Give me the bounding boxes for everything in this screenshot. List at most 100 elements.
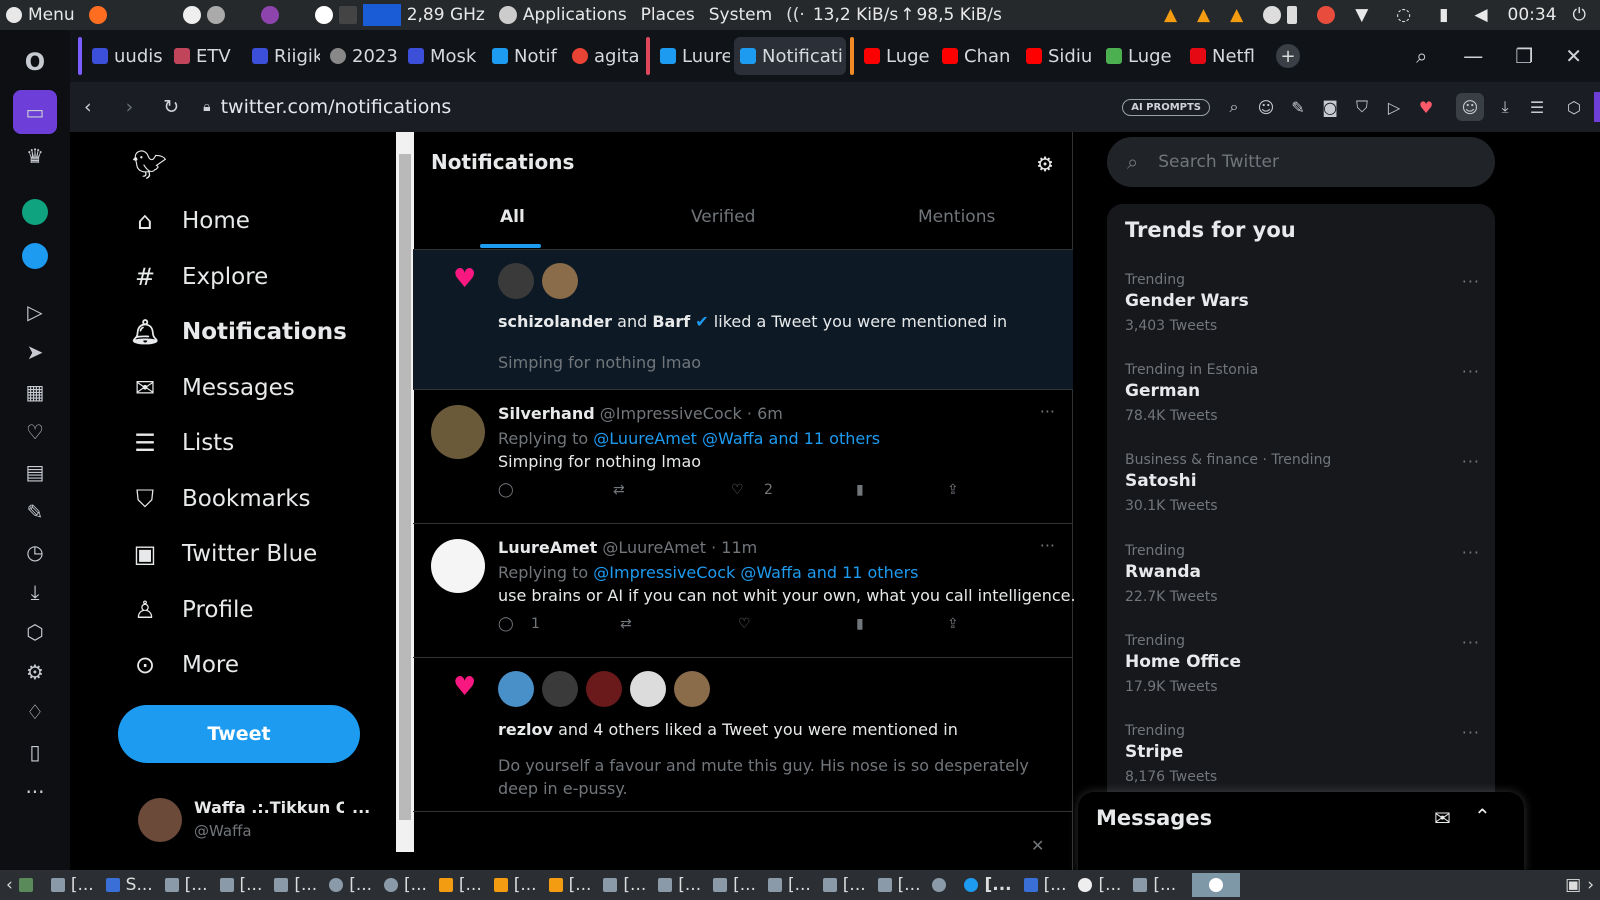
- close-icon[interactable]: ✕: [1565, 44, 1582, 68]
- tab-active[interactable]: Notificati: [734, 37, 846, 75]
- tab[interactable]: Riigik: [246, 37, 320, 75]
- tray-icon[interactable]: [1263, 6, 1282, 24]
- tray-icon[interactable]: [1317, 6, 1336, 24]
- avatar[interactable]: [498, 671, 534, 707]
- tab[interactable]: uudis: [86, 37, 164, 75]
- notification-item[interactable]: ♥ rezlov and 4 others liked a Tweet you …: [413, 658, 1073, 812]
- avatar[interactable]: [431, 539, 485, 593]
- user-name[interactable]: Silverhand: [498, 404, 595, 423]
- retweet-icon[interactable]: ⇄: [613, 482, 625, 498]
- trash-icon[interactable]: ▣: [1565, 875, 1581, 895]
- tab-mentions[interactable]: Mentions: [918, 207, 995, 227]
- user-name[interactable]: Barf: [652, 312, 690, 331]
- user-name[interactable]: schizolander: [498, 312, 612, 331]
- taskbar-scroll-left-icon[interactable]: ‹: [6, 875, 13, 895]
- camera-icon[interactable]: ◙: [1319, 96, 1341, 118]
- more-icon[interactable]: ···: [13, 770, 57, 814]
- clock[interactable]: 00:34: [1508, 5, 1557, 25]
- avatar[interactable]: [630, 671, 666, 707]
- user-handle[interactable]: @ImpressiveCock: [600, 404, 742, 423]
- more-icon[interactable]: ···: [1462, 272, 1480, 291]
- tab[interactable]: Mosk: [402, 37, 482, 75]
- taskbar-item[interactable]: [...: [713, 875, 756, 895]
- account-switcher[interactable]: Waffa .:.Tikkun O... @Waffa ···: [132, 790, 382, 854]
- more-icon[interactable]: ···: [1462, 543, 1480, 562]
- messages-drawer[interactable]: Messages ✉ ⌃: [1078, 792, 1524, 870]
- timestamp[interactable]: 6m: [757, 404, 783, 423]
- tweet-item[interactable]: Silverhand @ImpressiveCock · 6m ··· Repl…: [413, 390, 1073, 524]
- easy-setup-icon[interactable]: ☰: [1526, 96, 1548, 118]
- send-icon[interactable]: ➤: [13, 330, 57, 374]
- views-icon[interactable]: ▮: [856, 616, 864, 632]
- trend-item[interactable]: Trending Home Office 17.9K Tweets ···: [1125, 633, 1480, 695]
- chatgpt-icon[interactable]: [13, 190, 57, 234]
- back-icon[interactable]: ‹: [84, 96, 92, 118]
- ai-prompts-button[interactable]: AI PROMPTS: [1122, 98, 1210, 116]
- workspaces-icon[interactable]: ▭: [13, 90, 57, 134]
- opera-logo-icon[interactable]: O: [13, 40, 57, 84]
- network-icon[interactable]: ▼: [1355, 5, 1368, 25]
- avatar[interactable]: [542, 263, 578, 299]
- share-icon[interactable]: ⇪: [947, 482, 959, 498]
- settings-gear-icon[interactable]: ⚙: [1036, 152, 1054, 176]
- share-icon[interactable]: ⇪: [947, 616, 959, 632]
- taskbar-item[interactable]: [...: [964, 875, 1012, 895]
- taskbar-item[interactable]: [...: [493, 875, 537, 895]
- search-input[interactable]: Search Twitter: [1158, 152, 1279, 172]
- tab-all[interactable]: All: [500, 207, 525, 227]
- bluetooth-icon[interactable]: [1287, 6, 1298, 24]
- taskbar-item[interactable]: [...: [1023, 875, 1066, 895]
- trend-item[interactable]: Trending Stripe 8,176 Tweets ···: [1125, 723, 1480, 785]
- twitter-logo-icon[interactable]: 🐦︎: [132, 148, 168, 181]
- tab[interactable]: Notif: [486, 37, 562, 75]
- player-icon[interactable]: ▷: [13, 290, 57, 334]
- taskbar-scroll-right-icon[interactable]: ›: [1587, 875, 1594, 895]
- battery-saver-icon[interactable]: ▯: [13, 730, 57, 774]
- user-handle[interactable]: @LuureAmet: [602, 538, 706, 557]
- new-tab-button[interactable]: +: [1276, 44, 1300, 68]
- volume-icon[interactable]: ◀: [1474, 5, 1487, 25]
- retweet-icon[interactable]: ⇄: [620, 616, 632, 632]
- taskbar-item[interactable]: S...: [105, 875, 153, 895]
- firefox-icon[interactable]: [88, 6, 107, 24]
- settings-icon[interactable]: [206, 6, 225, 24]
- taskbar-item[interactable]: [...: [274, 875, 317, 895]
- app-icon[interactable]: [182, 6, 201, 24]
- taskbar-item[interactable]: [...: [1133, 875, 1176, 895]
- tab[interactable]: 2023: [324, 37, 398, 75]
- vlc-icon[interactable]: ▲: [1164, 5, 1177, 25]
- tweet-item[interactable]: LuureAmet @LuureAmet · 11m ··· Replying …: [413, 524, 1076, 658]
- taskbar-item[interactable]: [18, 878, 39, 892]
- taskbar-item[interactable]: [...: [603, 875, 646, 895]
- search-box[interactable]: ⌕ Search Twitter: [1107, 137, 1495, 187]
- nav-bookmarks[interactable]: ⛉ Bookmarks: [130, 484, 311, 514]
- views-icon[interactable]: ▮: [856, 482, 864, 498]
- more-icon[interactable]: ···: [1462, 723, 1480, 742]
- tab[interactable]: Luge: [1100, 37, 1180, 75]
- taskbar-item[interactable]: [932, 878, 952, 892]
- sidebar-toggle[interactable]: [1594, 92, 1600, 122]
- vlc-icon[interactable]: ▲: [1197, 5, 1210, 25]
- avatar[interactable]: [498, 263, 534, 299]
- twitter-icon[interactable]: [13, 234, 57, 278]
- notification-item[interactable]: ♥ schizolander and Barf ✔ liked a Tweet …: [413, 250, 1073, 390]
- edit-icon[interactable]: ✎: [13, 490, 57, 534]
- taskbar-item[interactable]: [...: [329, 875, 372, 895]
- search-icon[interactable]: ⌕: [1223, 96, 1245, 118]
- more-icon[interactable]: ···: [1462, 362, 1480, 381]
- notification-icon[interactable]: ◌: [1396, 5, 1411, 25]
- taskbar-item[interactable]: [...: [767, 875, 811, 895]
- lightbulb-icon[interactable]: ♢: [13, 690, 57, 734]
- more-icon[interactable]: ···: [1040, 536, 1055, 555]
- restore-icon[interactable]: ❐: [1515, 44, 1533, 68]
- close-icon[interactable]: ✕: [1031, 836, 1044, 855]
- taskbar-item-active[interactable]: [1192, 873, 1241, 897]
- more-icon[interactable]: ···: [1462, 452, 1480, 471]
- vlc-icon[interactable]: ▲: [1230, 5, 1243, 25]
- profile-icon[interactable]: ☺: [1456, 93, 1484, 121]
- app-icon[interactable]: [260, 6, 279, 24]
- trend-item[interactable]: Trending Gender Wars 3,403 Tweets ···: [1125, 272, 1480, 334]
- reply-icon[interactable]: ◯: [498, 482, 514, 498]
- reply-icon[interactable]: ◯: [498, 616, 514, 632]
- nav-twitter-blue[interactable]: ▣ Twitter Blue: [130, 539, 318, 569]
